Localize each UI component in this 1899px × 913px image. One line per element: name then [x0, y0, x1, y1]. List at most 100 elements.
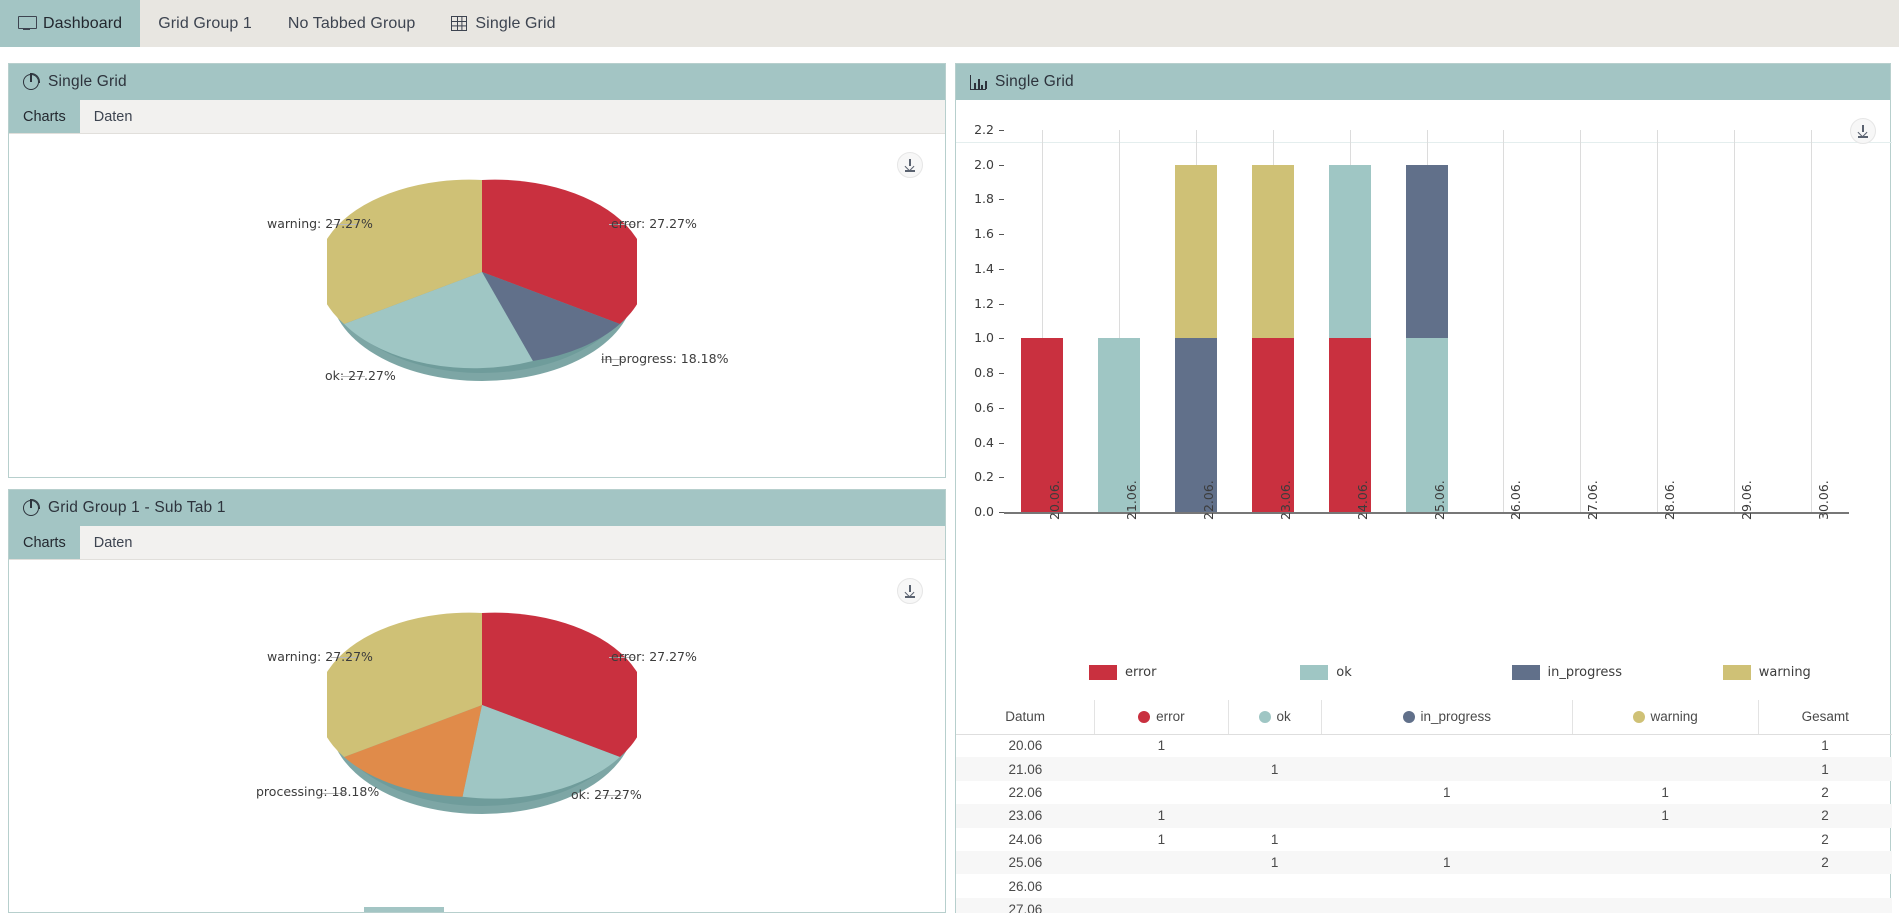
download-icon [904, 159, 916, 172]
bar-segment[interactable] [1406, 165, 1448, 339]
legend-item[interactable]: warning [1723, 665, 1811, 680]
download-button-pie-bottom[interactable] [897, 578, 923, 604]
status-dot-icon [1138, 711, 1150, 723]
table-header-row: Datum error ok in_progress warning Gesamt [956, 700, 1892, 734]
panel-bottom-left-subtabs: Charts Daten [9, 526, 945, 560]
y-tick-mark [999, 130, 1004, 131]
subtab-charts-top-label: Charts [23, 109, 66, 125]
tab-dashboard[interactable]: Dashboard [0, 0, 140, 47]
bar-segment[interactable] [1329, 165, 1371, 339]
legend-swatch [1512, 665, 1540, 680]
data-table-head: Datum error ok in_progress warning Gesamt [956, 700, 1892, 734]
panel-top-left-header: Single Grid [9, 64, 945, 100]
y-tick-mark [999, 165, 1004, 166]
table-cell: 1 [1758, 734, 1892, 757]
table-column-label: error [1156, 709, 1185, 724]
legend-label: in_progress [1548, 665, 1622, 680]
x-gridline [1580, 130, 1581, 512]
y-tick-label: 1.6 [956, 226, 994, 241]
pie-top-label-error: error: 27.27% [611, 216, 697, 231]
table-column-header[interactable]: Gesamt [1758, 700, 1892, 734]
table-cell: 1 [1095, 804, 1228, 827]
subtab-daten-bottom[interactable]: Daten [80, 526, 147, 559]
y-tick-label: 0.2 [956, 469, 994, 484]
pie-bottom-label-ok: ok: 27.27% [571, 787, 642, 802]
subtab-charts-bottom-label: Charts [23, 535, 66, 551]
panel-single-grid-pie: Single Grid Charts Daten [8, 63, 946, 478]
legend-item[interactable]: error [1089, 665, 1156, 680]
legend-item[interactable]: in_progress [1512, 665, 1622, 680]
x-gridline [1657, 130, 1658, 512]
download-button-pie-top[interactable] [897, 152, 923, 178]
table-column-label: Gesamt [1802, 709, 1849, 724]
x-tick-label: 27.06. [1585, 480, 1600, 520]
download-button-bar[interactable] [1850, 118, 1876, 144]
table-column-header[interactable]: warning [1572, 700, 1758, 734]
pie-chart-icon [23, 500, 39, 516]
table-cell: 2 [1758, 851, 1892, 874]
subtab-daten-top[interactable]: Daten [80, 100, 147, 133]
x-gridline [1734, 130, 1735, 512]
table-cell [1095, 898, 1228, 913]
bar-chart: 0.00.20.40.60.81.01.21.41.61.82.02.2 20.… [956, 100, 1892, 610]
table-column-header[interactable]: error [1095, 700, 1228, 734]
x-tick-label: 21.06. [1124, 480, 1139, 520]
data-table: Datum error ok in_progress warning Gesamt 20.… [956, 700, 1892, 913]
panel-top-left-title: Single Grid [48, 73, 127, 91]
legend-item[interactable]: ok [1300, 665, 1351, 680]
x-tick-label: 29.06. [1739, 480, 1754, 520]
table-cell: 1 [1228, 757, 1321, 780]
x-tick-label: 28.06. [1662, 480, 1677, 520]
x-tick-label: 30.06. [1816, 480, 1831, 520]
download-icon [1857, 125, 1869, 138]
table-cell [1095, 781, 1228, 804]
table-row[interactable]: 20.0611 [956, 734, 1892, 757]
table-row[interactable]: 25.06112 [956, 851, 1892, 874]
y-tick-mark [999, 269, 1004, 270]
bar-chart-icon [970, 75, 986, 90]
table-cell: 20.06 [956, 734, 1095, 757]
table-cell: 23.06 [956, 804, 1095, 827]
table-row[interactable]: 21.0611 [956, 757, 1892, 780]
table-row[interactable]: 27.06 [956, 898, 1892, 913]
table-row[interactable]: 26.06 [956, 874, 1892, 897]
table-column-label: in_progress [1421, 709, 1492, 724]
legend-swatch [1723, 665, 1751, 680]
table-cell: 22.06 [956, 781, 1095, 804]
bar-segment[interactable] [1252, 165, 1294, 339]
table-cell: 2 [1758, 828, 1892, 851]
table-row[interactable]: 23.06112 [956, 804, 1892, 827]
table-column-header[interactable]: Datum [956, 700, 1095, 734]
subtab-charts-top[interactable]: Charts [9, 100, 80, 133]
table-cell [1095, 757, 1228, 780]
tab-single-grid[interactable]: Single Grid [433, 0, 573, 47]
table-cell: 1 [1095, 828, 1228, 851]
panel-single-grid-bar: Single Grid 0.00.20.40.60.81.01.21.41.61… [955, 63, 1891, 913]
table-cell: 2 [1758, 804, 1892, 827]
bar-segment[interactable] [1175, 165, 1217, 339]
y-tick-mark [999, 477, 1004, 478]
legend-label: warning [1759, 665, 1811, 680]
table-column-label: warning [1651, 709, 1698, 724]
panel-right-header: Single Grid [956, 64, 1890, 100]
y-tick-label: 0.6 [956, 400, 994, 415]
table-cell [1095, 874, 1228, 897]
subtab-charts-bottom[interactable]: Charts [9, 526, 80, 559]
tab-no-tabbed-group[interactable]: No Tabbed Group [270, 0, 434, 47]
y-tick-label: 0.8 [956, 365, 994, 380]
table-column-header[interactable]: ok [1228, 700, 1321, 734]
table-column-header[interactable]: in_progress [1321, 700, 1572, 734]
panel-scroll-indicator[interactable] [364, 907, 444, 912]
table-row[interactable]: 22.06112 [956, 781, 1892, 804]
tab-grid-group-1[interactable]: Grid Group 1 [140, 0, 270, 47]
bar-chart-legend: error ok in_progress warning [1004, 665, 1849, 687]
status-dot-icon [1259, 711, 1271, 723]
table-cell [1228, 781, 1321, 804]
y-tick-label: 2.2 [956, 122, 994, 137]
legend-swatch [1089, 665, 1117, 680]
data-table-body: 20.061121.061122.0611223.0611224.0611225… [956, 734, 1892, 913]
table-cell: 25.06 [956, 851, 1095, 874]
table-cell: 26.06 [956, 874, 1095, 897]
table-row[interactable]: 24.06112 [956, 828, 1892, 851]
table-cell [1321, 804, 1572, 827]
